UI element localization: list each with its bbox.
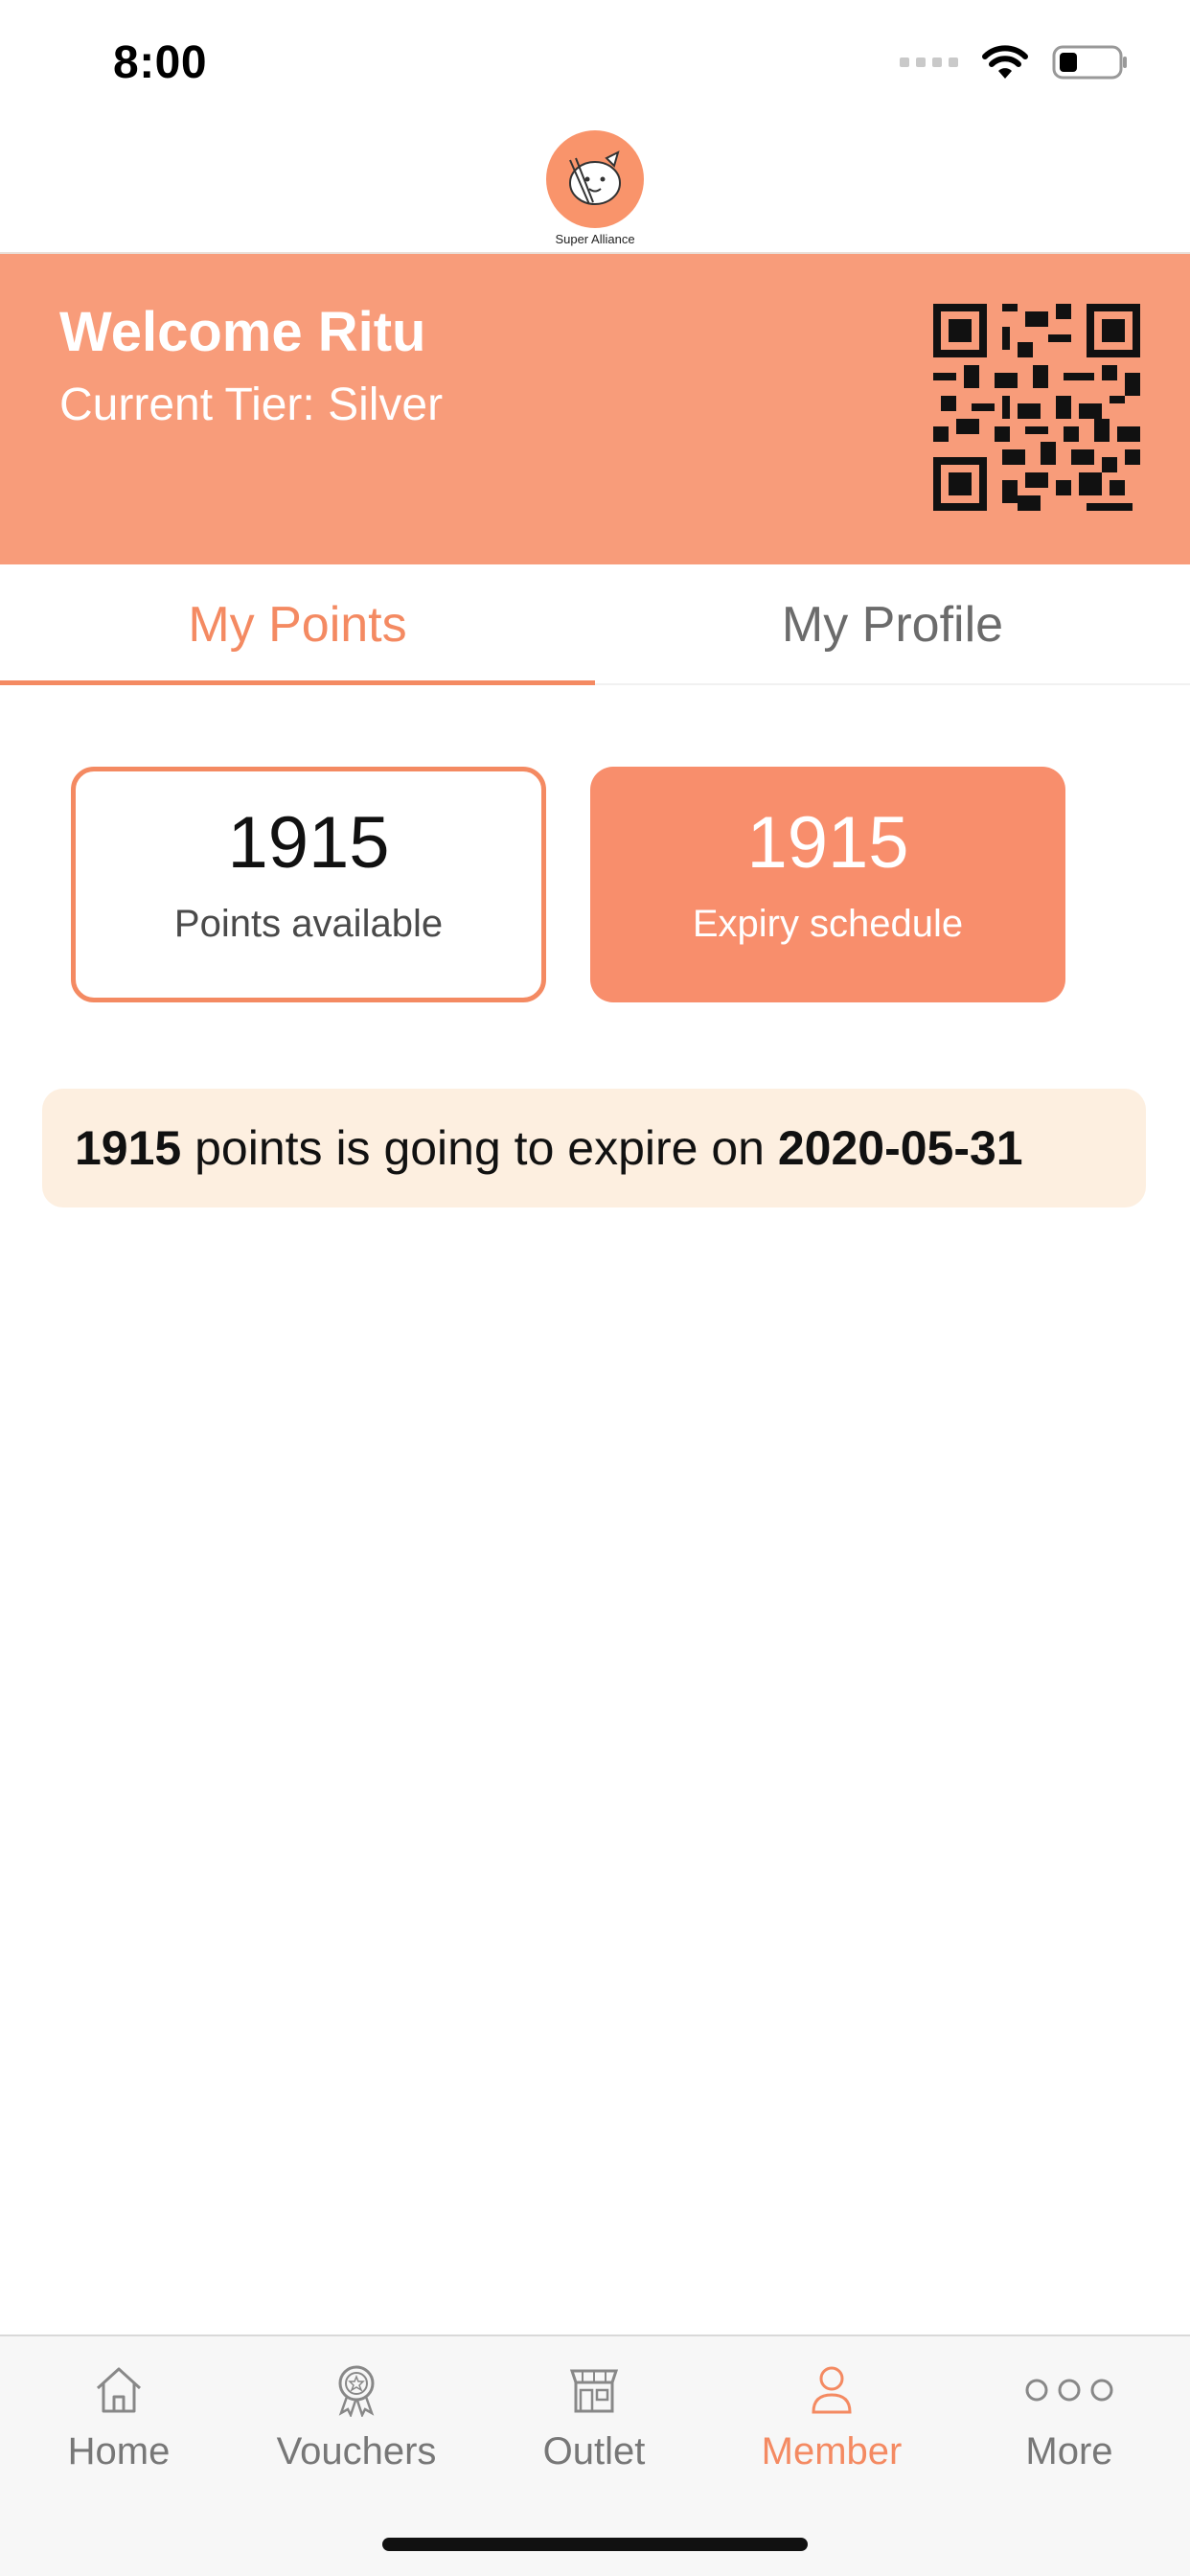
logo-text: Super Alliance — [555, 232, 635, 246]
tab-home-label: Home — [67, 2430, 171, 2472]
tab-outlet[interactable]: Outlet — [475, 2363, 713, 2473]
mascot-logo-icon — [546, 130, 644, 228]
home-icon — [0, 2363, 238, 2417]
expiry-date: 2020-05-31 — [777, 1121, 1023, 1175]
tab-my-points[interactable]: My Points — [0, 564, 595, 685]
tier-label: Current Tier: Silver — [59, 380, 444, 430]
status-icons — [900, 44, 1129, 80]
person-icon — [713, 2363, 950, 2417]
tab-my-profile[interactable]: My Profile — [595, 564, 1190, 685]
welcome-title: Welcome Ritu — [59, 301, 426, 363]
tab-outlet-label: Outlet — [542, 2430, 646, 2472]
store-icon — [475, 2363, 713, 2417]
app-header: Super Alliance — [0, 126, 1190, 254]
signal-icon — [900, 58, 958, 67]
expiry-notice: 1915 points is going to expire on 2020-0… — [42, 1089, 1146, 1208]
status-bar: 8:00 — [0, 0, 1190, 126]
active-tab-indicator — [0, 680, 595, 685]
welcome-banner: Welcome Ritu Current Tier: Silver — [0, 254, 1190, 564]
expiry-schedule-value: 1915 — [746, 802, 909, 884]
expiring-points: 1915 — [75, 1121, 182, 1175]
status-time: 8:00 — [113, 37, 208, 88]
wifi-icon — [981, 44, 1029, 80]
points-available-label: Points available — [173, 903, 444, 945]
qr-code-icon[interactable] — [933, 304, 1140, 511]
tab-more-label: More — [1025, 2430, 1113, 2472]
points-available-card[interactable]: 1915 Points available — [71, 767, 546, 1002]
tab-member-label: Member — [761, 2430, 903, 2472]
expiry-schedule-card[interactable]: 1915 Expiry schedule — [590, 767, 1065, 1002]
voucher-badge-icon — [238, 2363, 475, 2417]
home-indicator[interactable] — [382, 2538, 808, 2551]
expiry-notice-text: points is going to expire on — [181, 1121, 778, 1175]
tab-home[interactable]: Home — [0, 2363, 238, 2473]
tab-more[interactable]: More — [950, 2363, 1188, 2473]
battery-icon — [1052, 44, 1129, 80]
tab-divider — [595, 683, 1190, 685]
tab-vouchers[interactable]: Vouchers — [238, 2363, 475, 2473]
points-available-value: 1915 — [227, 802, 390, 884]
more-dots-icon — [950, 2363, 1188, 2417]
expiry-schedule-label: Expiry schedule — [692, 903, 964, 945]
tab-member[interactable]: Member — [713, 2363, 950, 2473]
points-profile-tabs: My Points My Profile — [0, 564, 1190, 685]
tab-vouchers-label: Vouchers — [276, 2430, 437, 2472]
brand-logo: Super Alliance — [528, 130, 662, 246]
